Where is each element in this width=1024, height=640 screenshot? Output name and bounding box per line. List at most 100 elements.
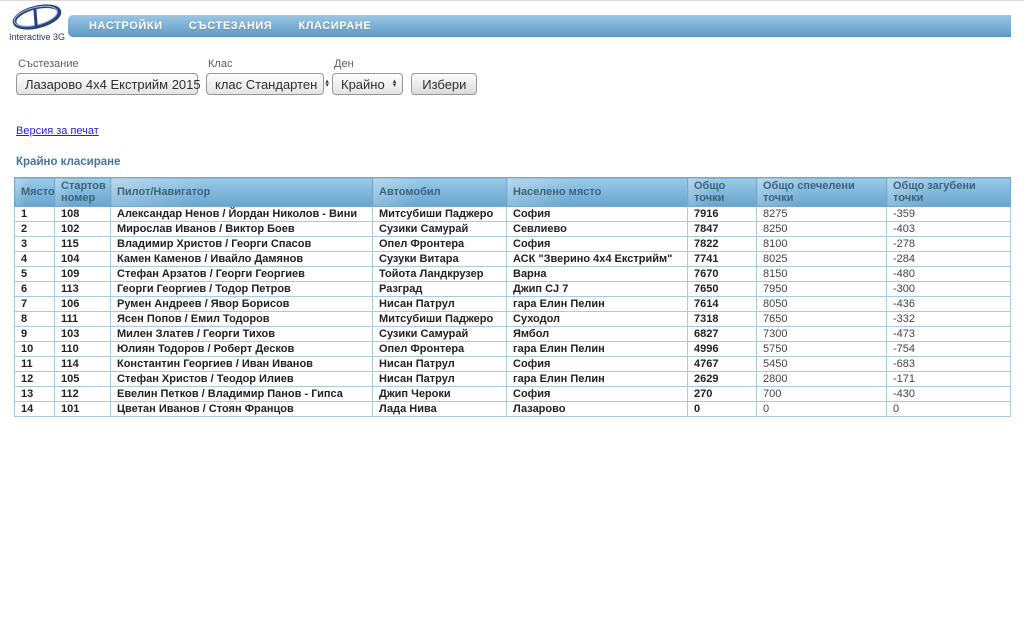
column-header-points-lost: Общо загубени точки [886, 177, 1011, 207]
cell-pilot-navigator: Мирослав Иванов / Виктор Боев [110, 221, 373, 237]
cell-total-points: 4767 [687, 356, 757, 372]
cell-start-number: 101 [54, 401, 111, 417]
cell-points-won: 700 [756, 386, 887, 402]
cell-city: Ямбол [506, 326, 688, 342]
cell-total-points: 7847 [687, 221, 757, 237]
cell-city: Севлиево [506, 221, 688, 237]
cell-points-lost: -403 [886, 221, 1011, 237]
results-table-body: 1 108 Александар Ненов / Йордан Николов - … [14, 206, 1011, 417]
cell-pilot-navigator: Ясен Попов / Емил Тодоров [110, 311, 373, 327]
cell-place: 7 [14, 296, 55, 312]
cell-total-points: 7916 [687, 206, 757, 222]
cell-city: Суходол [506, 311, 688, 327]
cell-place: 3 [14, 236, 55, 252]
cell-pilot-navigator: Юлиян Тодоров / Роберт Десков [110, 341, 373, 357]
class-label: Клас [208, 58, 233, 70]
cell-points-lost: -300 [886, 281, 1011, 297]
cell-city: гара Елин Пелин [506, 341, 688, 357]
nav-item-settings[interactable]: НАСТРОЙКИ [76, 20, 176, 32]
cell-car: Сузуки Витара [372, 251, 507, 267]
cell-points-lost: -430 [886, 386, 1011, 402]
cell-points-won: 8250 [756, 221, 887, 237]
cell-total-points: 4996 [687, 341, 757, 357]
table-row: 7 106 Румен Андреев / Явор Борисов Нисан Па… [14, 296, 1011, 312]
cell-place: 9 [14, 326, 55, 342]
cell-pilot-navigator: Константин Георгиев / Иван Иванов [110, 356, 373, 372]
cell-place: 1 [14, 206, 55, 222]
cell-total-points: 7614 [687, 296, 757, 312]
cell-points-won: 2800 [756, 371, 887, 387]
table-row: 3 115 Владимир Христов / Георги Спасов Опел… [14, 236, 1011, 252]
cell-city: гара Елин Пелин [506, 296, 688, 312]
cell-points-won: 8150 [756, 266, 887, 282]
cell-total-points: 270 [687, 386, 757, 402]
cell-city: Лазарово [506, 401, 688, 417]
cell-points-won: 5450 [756, 356, 887, 372]
cell-city: Варна [506, 266, 688, 282]
cell-pilot-navigator: Евелин Петков / Владимир Панов - Гипса [110, 386, 373, 402]
cell-city: Джип CJ 7 [506, 281, 688, 297]
cell-start-number: 104 [54, 251, 111, 267]
table-row: 10 110 Юлиян Тодоров / Роберт Десков Опел Ф… [14, 341, 1011, 357]
cell-place: 2 [14, 221, 55, 237]
column-header-pilot-navigator: Пилот/Навигатор [110, 177, 373, 207]
column-header-start-number: Стартов номер [54, 177, 111, 207]
cell-car: Опел Фронтера [372, 341, 507, 357]
cell-points-won: 0 [756, 401, 887, 417]
competition-select[interactable]: Лазарово 4x4 Екстрийм 2015 ▴▾ [16, 73, 212, 95]
column-header-car: Автомобил [372, 177, 507, 207]
cell-start-number: 105 [54, 371, 111, 387]
cell-pilot-navigator: Стефан Христов / Теодор Илиев [110, 371, 373, 387]
cell-car: Тойота Ландкрузер [372, 266, 507, 282]
day-select[interactable]: Крайно ▴ ▾ [332, 73, 404, 95]
cell-start-number: 103 [54, 326, 111, 342]
competition-select-value: Лазарово 4x4 Екстрийм 2015 [25, 76, 201, 92]
cell-points-lost: 0 [886, 401, 1011, 417]
cell-points-lost: -480 [886, 266, 1011, 282]
cell-place: 14 [14, 401, 55, 417]
cell-total-points: 7650 [687, 281, 757, 297]
cell-start-number: 115 [54, 236, 111, 252]
cell-pilot-navigator: Александар Ненов / Йордан Николов - Вини [110, 206, 373, 222]
cell-start-number: 109 [54, 266, 111, 282]
cell-total-points: 7822 [687, 236, 757, 252]
select-arrows-icon: ▴▾ [325, 77, 329, 89]
nav-item-ranking[interactable]: КЛАСИРАНЕ [285, 20, 384, 32]
cell-points-won: 8275 [756, 206, 887, 222]
cell-points-lost: -332 [886, 311, 1011, 327]
cell-city: София [506, 236, 688, 252]
cell-points-won: 5750 [756, 341, 887, 357]
select-button[interactable]: Избери [411, 73, 478, 95]
column-header-points-won: Общо спечелени точки [756, 177, 887, 207]
cell-total-points: 7318 [687, 311, 757, 327]
cell-car: Нисан Патрул [372, 296, 507, 312]
cell-points-won: 7300 [756, 326, 887, 342]
top-bar: Interactive 3G НАСТРОЙКИ СЪСТЕЗАНИЯ КЛАС… [0, 0, 1024, 42]
cell-points-lost: -436 [886, 296, 1011, 312]
cell-points-lost: -278 [886, 236, 1011, 252]
table-row: 1 108 Александар Ненов / Йордан Николов - … [14, 206, 1011, 222]
cell-place: 12 [14, 371, 55, 387]
table-row: 4 104 Камен Каменов / Ивайло Дамянов Сузуки… [14, 251, 1011, 267]
cell-city: София [506, 386, 688, 402]
cell-points-lost: -754 [886, 341, 1011, 357]
table-row: 2 102 Мирослав Иванов / Виктор Боев Сузики … [14, 221, 1011, 237]
cell-car: Лада Нива [372, 401, 507, 417]
print-version-link[interactable]: Версия за печат [16, 125, 99, 137]
cell-points-lost: -683 [886, 356, 1011, 372]
cell-start-number: 102 [54, 221, 111, 237]
cell-car: Джип Чероки [372, 386, 507, 402]
cell-start-number: 111 [54, 311, 111, 327]
cell-place: 11 [14, 356, 55, 372]
class-select[interactable]: клас Стандартен ▴ ▾ [206, 73, 329, 95]
cell-start-number: 108 [54, 206, 111, 222]
cell-points-lost: -359 [886, 206, 1011, 222]
cell-pilot-navigator: Георги Георгиев / Тодор Петров [110, 281, 373, 297]
cell-points-lost: -284 [886, 251, 1011, 267]
cell-points-won: 8025 [756, 251, 887, 267]
nav-item-competitions[interactable]: СЪСТЕЗАНИЯ [176, 20, 286, 32]
cell-total-points: 2629 [687, 371, 757, 387]
cell-place: 8 [14, 311, 55, 327]
table-header-row: Място Стартов номер Пилот/Навигатор Автомоб… [14, 177, 1011, 207]
cell-city: София [506, 206, 688, 222]
